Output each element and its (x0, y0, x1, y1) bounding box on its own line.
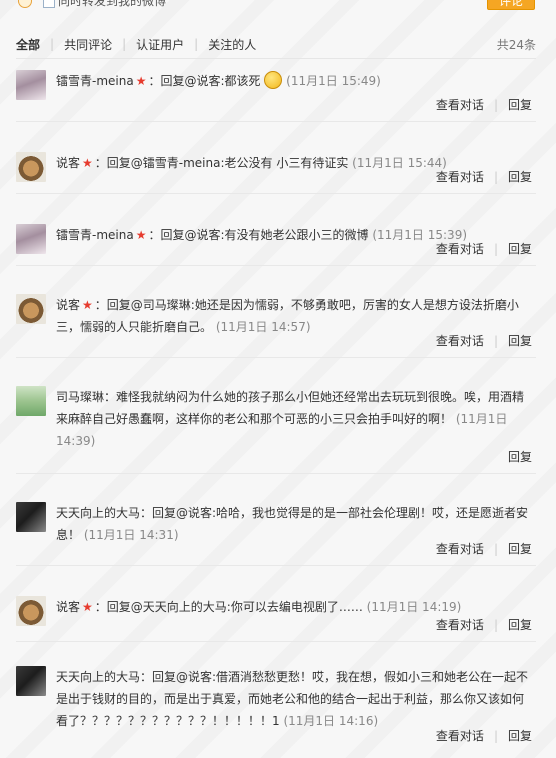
tab-verified-users[interactable]: 认证用户 (136, 36, 184, 53)
comment-actions: 查看对话 | 回复 (435, 98, 532, 112)
avatar[interactable] (16, 224, 46, 254)
reply-link[interactable]: 回复 (508, 618, 532, 632)
comment-time: (11月1日 14:31) (83, 528, 179, 542)
commenter-name[interactable]: 天天向上的大马 (56, 506, 140, 520)
comment-body: 司马璨琳：难怪我就纳闷为什么她的孩子那么小但她还经常出去玩玩到很晚。唉，用酒精来… (56, 386, 532, 452)
view-conversation-link[interactable]: 查看对话 (436, 242, 484, 256)
view-conversation-link[interactable]: 查看对话 (436, 98, 484, 112)
vip-crown-icon: ★ (135, 228, 147, 242)
comment-time: (11月1日 15:49) (286, 74, 381, 88)
tab-separator: | (122, 37, 127, 51)
reply-link[interactable]: 回复 (508, 542, 532, 556)
comment-item: 天天向上的大马：回复@说客:哈哈，我也觉得是的是一部社会伦理剧！哎，还是愿逝者安… (16, 502, 536, 566)
comment-item: 说客 ★ ：回复@镭雪青-meina:老公没有 小三有待证实 (11月1日 15:4… (16, 152, 536, 194)
comment-text: ：回复@天天向上的大马:你可以去编电视剧了…… (94, 600, 363, 614)
comment-item: 镭雪青-meina ★ ：回复@说客:都该死 (11月1日 15:49) 查看对话 |… (16, 70, 536, 122)
reply-link[interactable]: 回复 (508, 450, 532, 464)
avatar[interactable] (16, 502, 46, 532)
tab-separator: | (50, 37, 55, 51)
reply-link[interactable]: 回复 (508, 170, 532, 184)
reply-link[interactable]: 回复 (508, 98, 532, 112)
comment-text: ：难怪我就纳闷为什么她的孩子那么小但她还经常出去玩玩到很晚。唉，用酒精来麻醉自己… (56, 390, 525, 426)
commenter-name[interactable]: 说客 (56, 156, 80, 170)
commenter-name[interactable]: 司马璨琳 (56, 390, 104, 404)
view-conversation-link[interactable]: 查看对话 (436, 729, 484, 743)
comment-item: 说客 ★ ：回复@司马璨琳:她还是因为懦弱，不够勇敢吧，厉害的女人是想方设法折磨小三… (16, 294, 536, 358)
commenter-name[interactable]: 镭雪青-meina (56, 74, 134, 88)
comment-time: (11月1日 14:19) (366, 600, 462, 614)
comment-item: 天天向上的大马：回复@说客:借酒消愁愁更愁！哎，我在想，假如小三和她老公在一起不… (16, 666, 536, 752)
avatar[interactable] (16, 596, 46, 626)
comment-submit-bar: 同时转发到我的微博 评论 (0, 0, 556, 12)
tab-separator: | (194, 37, 199, 51)
comment-text: ：回复@说客:都该死 (148, 74, 261, 88)
reply-link[interactable]: 回复 (508, 729, 532, 743)
divider (16, 58, 536, 59)
vip-crown-icon: ★ (135, 74, 147, 88)
view-conversation-link[interactable]: 查看对话 (436, 170, 484, 184)
view-conversation-link[interactable]: 查看对话 (436, 542, 484, 556)
forward-label: 同时转发到我的微博 (58, 0, 167, 8)
comment-body: 天天向上的大马：回复@说客:借酒消愁愁更愁！哎，我在想，假如小三和她老公在一起不… (56, 666, 532, 732)
vip-crown-icon: ★ (82, 298, 93, 312)
comment-actions: 回复 (508, 448, 532, 465)
comment-time: (11月1日 14:16) (283, 714, 379, 728)
comment-actions: 查看对话 | 回复 (435, 170, 532, 184)
comment-filter-tabs: 全部 | 共同评论 | 认证用户 | 关注的人 共24条 (16, 36, 536, 52)
comment-item: 司马璨琳：难怪我就纳闷为什么她的孩子那么小但她还经常出去玩玩到很晚。唉，用酒精来… (16, 386, 536, 474)
commenter-name[interactable]: 说客 (56, 298, 80, 312)
comment-actions: 查看对话 | 回复 (435, 542, 532, 556)
tab-all[interactable]: 全部 (16, 36, 40, 53)
commenter-name[interactable]: 说客 (56, 600, 80, 614)
forward-checkbox[interactable] (43, 0, 55, 8)
comment-text: ：回复@镭雪青-meina:老公没有 小三有待证实 (94, 156, 349, 170)
comment-actions: 查看对话 | 回复 (435, 618, 532, 632)
comment-time: (11月1日 15:44) (352, 156, 447, 170)
commenter-name[interactable]: 镭雪青-meina (56, 228, 134, 242)
comment-total-count: 共24条 (496, 37, 536, 52)
avatar[interactable] (16, 386, 46, 416)
reply-link[interactable]: 回复 (508, 334, 532, 348)
emoticon-icon[interactable] (18, 0, 32, 8)
vip-crown-icon: ★ (82, 600, 93, 614)
avatar[interactable] (16, 294, 46, 324)
submit-comment-button[interactable]: 评论 (487, 0, 535, 10)
view-conversation-link[interactable]: 查看对话 (436, 618, 484, 632)
comment-time: (11月1日 14:57) (215, 320, 311, 334)
comment-actions: 查看对话 | 回复 (435, 729, 532, 743)
comment-item: 镭雪青-meina ★ ：回复@说客:有没有她老公跟小三的微博 (11月1日 15:… (16, 224, 536, 266)
comment-body: 说客 ★ ：回复@天天向上的大马:你可以去编电视剧了…… (11月1日 14:19) (56, 596, 532, 618)
vip-crown-icon: ★ (82, 156, 93, 170)
comment-item: 说客 ★ ：回复@天天向上的大马:你可以去编电视剧了…… (11月1日 14:19)… (16, 596, 536, 642)
tab-following[interactable]: 关注的人 (208, 36, 256, 53)
tab-common-comments[interactable]: 共同评论 (64, 36, 112, 53)
avatar[interactable] (16, 70, 46, 100)
avatar[interactable] (16, 666, 46, 696)
comment-actions: 查看对话 | 回复 (435, 242, 532, 256)
avatar[interactable] (16, 152, 46, 182)
commenter-name[interactable]: 天天向上的大马 (56, 670, 140, 684)
reply-link[interactable]: 回复 (508, 242, 532, 256)
face-emoticon-icon (264, 71, 283, 89)
comment-body: 镭雪青-meina ★ ：回复@说客:都该死 (11月1日 15:49) (56, 70, 532, 92)
comment-actions: 查看对话 | 回复 (435, 334, 532, 348)
view-conversation-link[interactable]: 查看对话 (436, 334, 484, 348)
comment-text: ：回复@说客:有没有她老公跟小三的微博 (148, 228, 369, 242)
